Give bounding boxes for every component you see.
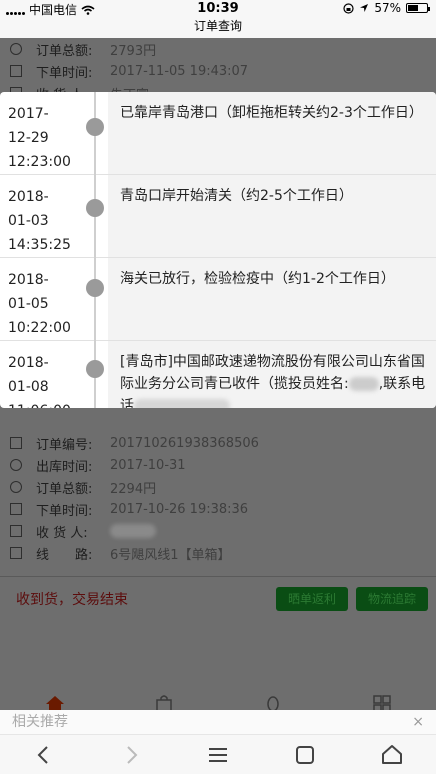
timeline-text: 海关已放行，检验检疫中（约1-2个工作日） bbox=[108, 258, 436, 340]
order2-total-row: 订单总额: 2294円 bbox=[0, 476, 436, 498]
redacted-courier-name bbox=[348, 377, 379, 391]
yen-icon bbox=[10, 43, 22, 55]
timeline-dot bbox=[86, 118, 104, 136]
page-title: 订单查询 bbox=[0, 18, 436, 38]
timeline-entry: 2018-01-0811:06:00 [青岛市]中国邮政速递物流股份有限公司山东… bbox=[0, 341, 436, 408]
timeline-dot bbox=[86, 279, 104, 297]
review-rebate-button[interactable]: 晒单返利 bbox=[275, 586, 348, 611]
order2-no-label: 订单编号: bbox=[36, 437, 93, 453]
order2-receiver-row: 收 货 人: bbox=[0, 520, 436, 542]
location-arrow-icon bbox=[360, 4, 369, 12]
logistics-track-button[interactable]: 物流追踪 bbox=[355, 586, 428, 611]
order2-route-label: 线 路: bbox=[36, 547, 93, 563]
order2-receiver-label: 收 货 人: bbox=[36, 525, 88, 541]
order2-route-row: 线 路: 6号飓风线1【单箱】 bbox=[0, 542, 436, 564]
order2-ship-label: 出库时间: bbox=[36, 459, 93, 475]
timeline-date: 2017- 12-29 12:23:00 bbox=[8, 106, 71, 170]
order2-time-row: 下单时间: 2017-10-26 19:38:36 bbox=[0, 498, 436, 520]
timeline-date: 2018-01-0811:06:00 bbox=[8, 355, 71, 408]
status-bar: 中国电信 10:39 57% bbox=[0, 0, 436, 18]
tracking-timeline-popup[interactable]: 2017- 12-29 12:23:00 已靠岸青岛港口（卸柜拖柜转关约2-3个工作… bbox=[0, 92, 436, 408]
document-icon bbox=[10, 437, 22, 449]
battery-fill bbox=[408, 5, 419, 11]
document-icon bbox=[10, 547, 22, 559]
order2-ship-value: 2017-10-31 bbox=[110, 457, 186, 473]
redacted-name bbox=[110, 524, 156, 538]
order1-total-row: 订单总额: 2793円 bbox=[0, 38, 436, 60]
timeline-text: [青岛市]中国邮政速递物流股份有限公司山东省国际业务分公司青已收件（揽投员姓名:… bbox=[108, 341, 436, 408]
battery-percent: 57% bbox=[374, 1, 401, 15]
order2-total-label: 订单总额: bbox=[36, 481, 93, 497]
browser-toolbar bbox=[0, 734, 436, 774]
order2-no-value: 201710261938368506 bbox=[110, 435, 259, 451]
timeline-text: 已靠岸青岛港口（卸柜拖柜转关约2-3个工作日） bbox=[108, 92, 436, 174]
recommend-label: 相关推荐 bbox=[12, 714, 68, 730]
order-card-2: 订单编号: 201710261938368506 出库时间: 2017-10-3… bbox=[0, 432, 436, 620]
order1-total-value: 2793円 bbox=[110, 43, 157, 59]
order2-route-value: 6号飓风线1【单箱】 bbox=[110, 547, 231, 563]
order2-status-bar: 收到货，交易结束 晒单返利 物流追踪 bbox=[0, 576, 436, 620]
timeline-date: 2018- 01-03 14:35:25 bbox=[8, 189, 71, 253]
timeline-dot bbox=[86, 360, 104, 378]
status-right: 57% bbox=[343, 1, 430, 15]
yen-icon bbox=[10, 481, 22, 493]
timeline-date: 2018- 01-05 10:22:00 bbox=[8, 272, 71, 336]
timeline-entry: 2018- 01-05 10:22:00 海关已放行，检验检疫中（约1-2个工作日） bbox=[0, 258, 436, 341]
order2-ship-row: 出库时间: 2017-10-31 bbox=[0, 454, 436, 476]
tabs-icon[interactable] bbox=[293, 743, 317, 767]
order1-total-label: 订单总额: bbox=[36, 43, 93, 59]
document-icon bbox=[10, 65, 22, 77]
lock-rotation-icon bbox=[343, 2, 354, 14]
document-icon bbox=[10, 503, 22, 515]
forward-icon[interactable] bbox=[119, 743, 143, 767]
timeline-entry: 2017- 12-29 12:23:00 已靠岸青岛港口（卸柜拖柜转关约2-3个工作… bbox=[0, 92, 436, 175]
close-icon[interactable]: × bbox=[412, 710, 424, 734]
order-status-text: 收到货，交易结束 bbox=[16, 591, 128, 608]
back-icon[interactable] bbox=[32, 743, 56, 767]
home-icon[interactable] bbox=[380, 743, 404, 767]
order2-time-value: 2017-10-26 19:38:36 bbox=[110, 501, 249, 517]
timeline-entry: 2018- 01-03 14:35:25 青岛口岸开始清关（约2-5个工作日） bbox=[0, 175, 436, 258]
order2-time-label: 下单时间: bbox=[36, 503, 93, 519]
order2-total-value: 2294円 bbox=[110, 481, 157, 497]
order1-time-row: 下单时间: 2017-11-05 19:43:07 bbox=[0, 60, 436, 82]
timeline-text: 青岛口岸开始清关（约2-5个工作日） bbox=[108, 175, 436, 257]
related-recommend-bar: 相关推荐 × bbox=[0, 710, 436, 734]
battery-icon bbox=[406, 3, 430, 13]
order2-no-row: 订单编号: 201710261938368506 bbox=[0, 432, 436, 454]
timeline-dot bbox=[86, 199, 104, 217]
order1-time-value: 2017-11-05 19:43:07 bbox=[110, 63, 249, 79]
document-icon bbox=[10, 525, 22, 537]
redacted-phone bbox=[134, 399, 230, 408]
menu-icon[interactable] bbox=[206, 743, 230, 767]
order1-time-label: 下单时间: bbox=[36, 65, 93, 81]
clock-icon bbox=[10, 459, 22, 471]
